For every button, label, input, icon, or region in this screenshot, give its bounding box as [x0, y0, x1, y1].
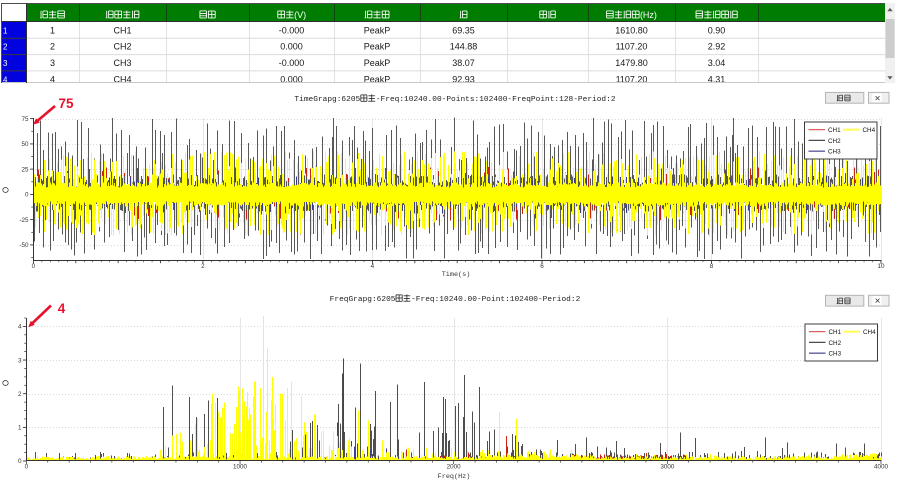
- svg-text:1: 1: [50, 25, 55, 35]
- svg-text:6: 6: [540, 263, 544, 270]
- svg-text:2: 2: [50, 42, 55, 52]
- svg-text:(V): (V): [294, 10, 306, 20]
- svg-text:-50: -50: [19, 242, 29, 249]
- svg-text:CH2: CH2: [113, 42, 131, 52]
- svg-text:1: 1: [3, 26, 8, 35]
- svg-text:-25: -25: [19, 217, 29, 224]
- svg-text:0.90: 0.90: [708, 25, 726, 35]
- svg-text:8: 8: [710, 263, 714, 270]
- svg-text:Time(s): Time(s): [442, 271, 471, 279]
- svg-text:4: 4: [371, 263, 375, 270]
- svg-text:2: 2: [3, 43, 8, 52]
- svg-text:0: 0: [25, 464, 29, 471]
- svg-text:CH3: CH3: [828, 149, 841, 156]
- svg-text:4: 4: [18, 324, 22, 331]
- svg-text:0: 0: [32, 263, 36, 270]
- svg-text:4: 4: [58, 301, 66, 316]
- svg-text:0: 0: [25, 192, 29, 199]
- svg-text:25: 25: [21, 166, 29, 173]
- svg-text:1479.80: 1479.80: [615, 58, 648, 68]
- svg-text:0: 0: [18, 458, 22, 465]
- svg-text:PeakP: PeakP: [364, 58, 391, 68]
- svg-text:Freq(Hz): Freq(Hz): [438, 473, 471, 481]
- svg-text:-Freq:10240.00-Points:102400-F: -Freq:10240.00-Points:102400-FreqPoint:1…: [376, 96, 616, 104]
- svg-text:FreqGrapg:6205: FreqGrapg:6205: [330, 296, 396, 304]
- svg-text:-0.000: -0.000: [279, 25, 305, 35]
- svg-text:75: 75: [21, 116, 29, 123]
- svg-text:CH1: CH1: [828, 127, 841, 134]
- svg-text:O: O: [2, 187, 11, 193]
- svg-text:1000: 1000: [233, 464, 248, 471]
- svg-text:3.04: 3.04: [708, 58, 726, 68]
- svg-text:×: ×: [875, 93, 881, 104]
- svg-text:1610.80: 1610.80: [615, 25, 648, 35]
- svg-text:PeakP: PeakP: [364, 25, 391, 35]
- svg-text:3: 3: [3, 59, 8, 68]
- svg-text:(Hz): (Hz): [640, 10, 657, 20]
- svg-text:3: 3: [50, 58, 55, 68]
- svg-text:CH1: CH1: [113, 25, 131, 35]
- svg-text:TimeGrapg:6205: TimeGrapg:6205: [294, 96, 360, 104]
- svg-text:-0.000: -0.000: [279, 58, 305, 68]
- svg-text:CH4: CH4: [863, 329, 876, 336]
- svg-text:CH1: CH1: [829, 329, 842, 336]
- svg-text:1107.20: 1107.20: [616, 42, 648, 52]
- svg-text:3: 3: [18, 357, 22, 364]
- svg-text:4000: 4000: [874, 464, 889, 471]
- svg-text:2: 2: [201, 263, 205, 270]
- svg-text:10: 10: [877, 263, 885, 270]
- svg-text:0.000: 0.000: [280, 42, 303, 52]
- svg-text:CH2: CH2: [829, 340, 842, 347]
- svg-text:2.92: 2.92: [708, 42, 726, 52]
- svg-text:2: 2: [18, 391, 22, 398]
- svg-text:O: O: [2, 380, 11, 386]
- svg-text:144.88: 144.88: [450, 42, 478, 52]
- svg-text:CH3: CH3: [113, 58, 131, 68]
- svg-text:3000: 3000: [660, 464, 675, 471]
- svg-text:38.07: 38.07: [452, 58, 475, 68]
- svg-text:2000: 2000: [447, 464, 462, 471]
- svg-text:×: ×: [875, 296, 881, 307]
- svg-text:CH4: CH4: [863, 127, 876, 134]
- svg-text:CH3: CH3: [829, 351, 842, 358]
- svg-text:1: 1: [18, 425, 22, 432]
- svg-text:PeakP: PeakP: [364, 42, 391, 52]
- svg-text:75: 75: [58, 96, 74, 111]
- svg-text:69.35: 69.35: [452, 25, 475, 35]
- svg-text:-Freq:10240.00-Point:102400-Pe: -Freq:10240.00-Point:102400-Period:2: [411, 296, 581, 304]
- svg-text:CH2: CH2: [828, 138, 841, 145]
- svg-text:50: 50: [21, 141, 29, 148]
